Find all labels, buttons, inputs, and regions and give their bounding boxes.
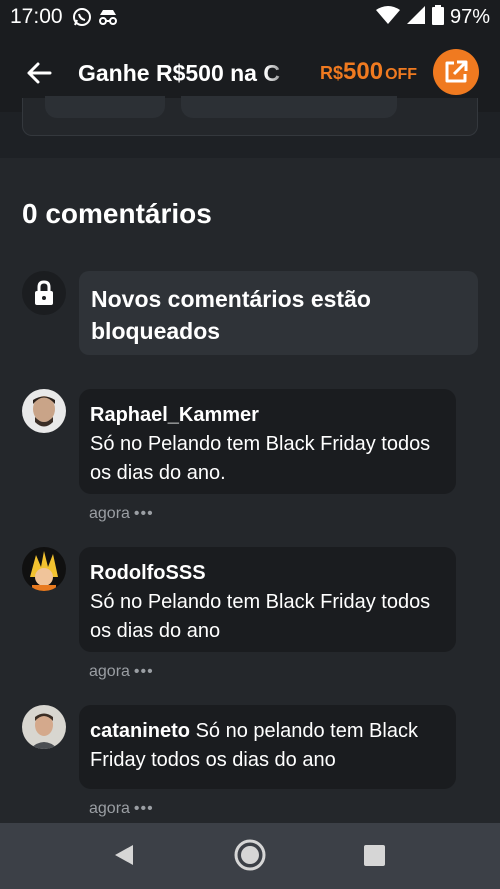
system-nav-bar xyxy=(0,823,500,889)
external-link-icon xyxy=(445,60,468,83)
more-options-icon[interactable]: ••• xyxy=(134,663,154,681)
comment-text: Só no Pelando tem Black Friday todos os … xyxy=(90,433,431,484)
card-pill[interactable] xyxy=(181,96,397,118)
page-title: Ganhe R$500 na C xyxy=(78,59,280,86)
status-bar: 17:00 97% xyxy=(0,0,500,34)
deal-price: R$ 500 OFF xyxy=(320,58,417,86)
more-options-icon[interactable]: ••• xyxy=(134,505,154,523)
signal-icon xyxy=(406,5,426,30)
comment-bubble: catanineto Só no pelando tem Black Frida… xyxy=(79,705,456,789)
status-time: 17:00 xyxy=(10,5,63,28)
whatsapp-icon xyxy=(71,6,93,28)
price-currency: R$ xyxy=(320,63,344,83)
more-options-icon[interactable]: ••• xyxy=(134,800,154,818)
lock-icon xyxy=(22,271,66,315)
nav-back-icon[interactable] xyxy=(113,844,135,871)
comment-author[interactable]: RodolfoSSS xyxy=(90,559,445,588)
comment-time: agora xyxy=(89,800,130,817)
wifi-icon xyxy=(375,5,400,30)
open-deal-button[interactable] xyxy=(433,49,479,95)
comment-author[interactable]: Raphael_Kammer xyxy=(90,401,445,430)
comment-meta: agora ••• xyxy=(89,663,154,681)
comment-meta: agora ••• xyxy=(89,505,154,523)
avatar[interactable] xyxy=(22,389,66,433)
comment-time: agora xyxy=(89,505,130,522)
comments-heading: 0 comentários xyxy=(22,198,212,229)
nav-home-icon[interactable] xyxy=(234,839,266,876)
price-suffix: OFF xyxy=(385,66,418,83)
back-arrow-icon[interactable] xyxy=(24,58,54,88)
price-value: 500 xyxy=(343,58,384,85)
card-pill[interactable] xyxy=(45,96,165,118)
battery-percent: 97% xyxy=(449,5,490,28)
comment-author[interactable]: catanineto xyxy=(90,720,190,742)
avatar[interactable] xyxy=(22,705,66,749)
comment-bubble: Raphael_Kammer Só no Pelando tem Black F… xyxy=(79,389,456,494)
battery-icon xyxy=(431,4,444,30)
locked-comments-notice: Novos comentários estão bloqueados xyxy=(79,271,478,355)
incognito-icon xyxy=(97,6,119,28)
nav-recent-apps-icon[interactable] xyxy=(364,845,385,866)
deal-card-bottom xyxy=(22,96,478,136)
avatar[interactable] xyxy=(22,547,66,591)
comment-meta: agora ••• xyxy=(89,800,154,818)
comment-text: Só no Pelando tem Black Friday todos os … xyxy=(90,591,431,642)
comment-time: agora xyxy=(89,663,130,680)
comment-bubble: RodolfoSSS Só no Pelando tem Black Frida… xyxy=(79,547,456,652)
